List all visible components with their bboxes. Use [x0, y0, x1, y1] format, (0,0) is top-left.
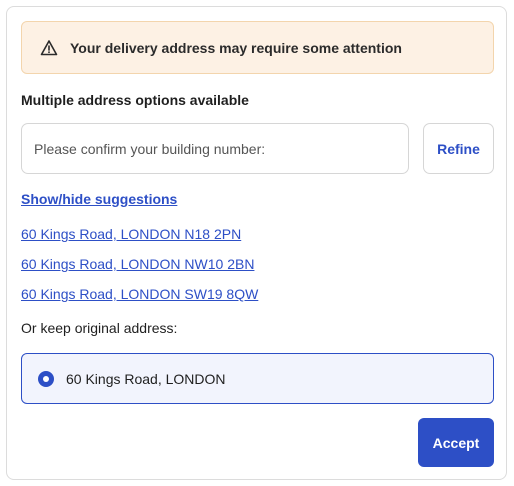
original-address-label: 60 Kings Road, LONDON: [66, 370, 226, 387]
accept-button[interactable]: Accept: [418, 418, 494, 467]
warning-banner: Your delivery address may require some a…: [21, 21, 494, 74]
radio-dot-center: [43, 375, 49, 382]
building-number-input[interactable]: [21, 123, 409, 174]
section-title: Multiple address options available: [21, 92, 249, 108]
original-address-option[interactable]: 60 Kings Road, LONDON: [21, 353, 494, 404]
address-suggestion-link[interactable]: 60 Kings Road, LONDON NW10 2BN: [21, 256, 254, 272]
warning-triangle-icon: [40, 39, 58, 57]
warning-message: Your delivery address may require some a…: [70, 39, 402, 56]
address-suggestion-link[interactable]: 60 Kings Road, LONDON SW19 8QW: [21, 286, 258, 302]
radio-selected-icon[interactable]: [38, 370, 54, 387]
refine-button[interactable]: Refine: [423, 123, 494, 174]
keep-original-label: Or keep original address:: [21, 320, 178, 336]
toggle-suggestions-link[interactable]: Show/hide suggestions: [21, 191, 177, 207]
address-verification-card: Your delivery address may require some a…: [6, 6, 507, 480]
address-suggestion-link[interactable]: 60 Kings Road, LONDON N18 2PN: [21, 226, 241, 242]
